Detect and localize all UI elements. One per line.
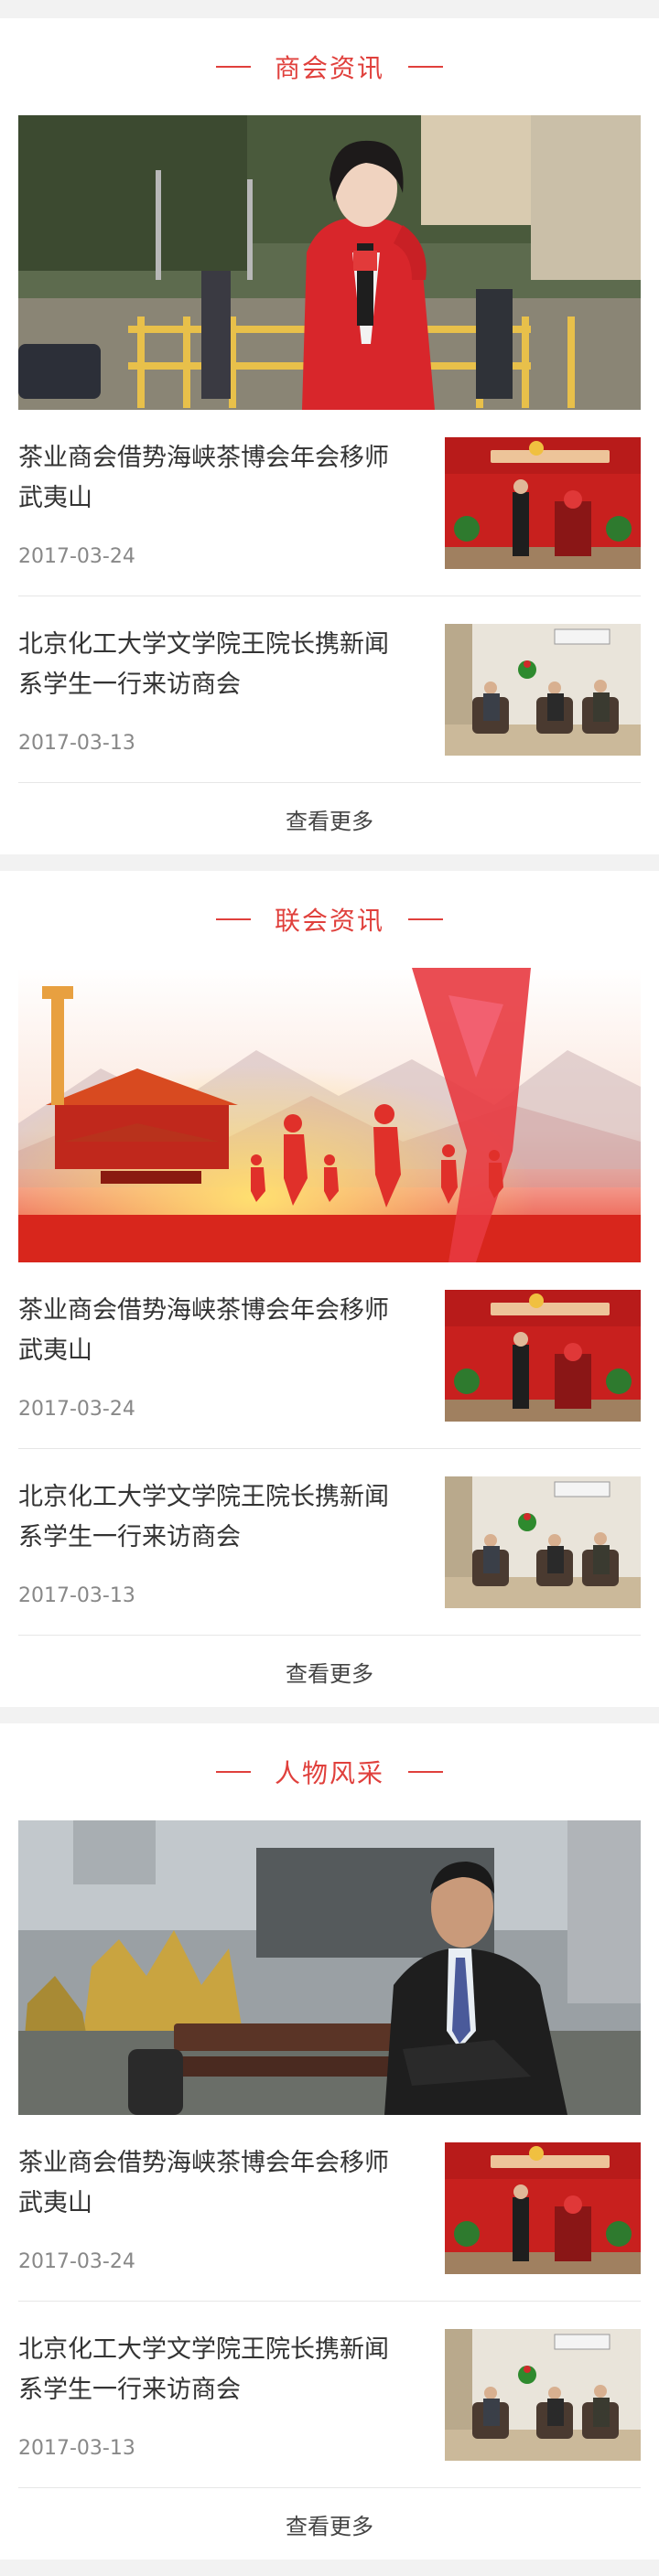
item-date: 2017-03-13 [18,2436,135,2460]
title-dash-left [215,66,251,68]
title-dash-right [408,1771,443,1773]
item-thumbnail-meeting[interactable] [445,2141,641,2274]
list-item[interactable]: 茶业商会借势海峡茶博会年会移师武夷山 2017-03-24 [18,1262,641,1449]
item-title[interactable]: 茶业商会借势海峡茶博会年会移师武夷山 [18,438,412,519]
title-dash-right [408,66,443,68]
list-item[interactable]: 北京化工大学文学院王院长携新闻系学生一行来访商会 2017-03-13 [18,596,641,783]
item-text: 北京化工大学文学院王院长携新闻系学生一行来访商会 2017-03-13 [18,2326,412,2463]
item-text: 茶业商会借势海峡茶博会年会移师武夷山 2017-03-24 [18,1287,412,1424]
section-gap [0,1707,659,1723]
item-title[interactable]: 北京化工大学文学院王院长携新闻系学生一行来访商会 [18,625,412,705]
item-date: 2017-03-24 [18,1397,135,1421]
banner-image-portrait[interactable] [18,1820,641,2115]
item-date: 2017-03-13 [18,731,135,755]
item-date: 2017-03-24 [18,2249,135,2273]
title-dash-left [215,1771,251,1773]
item-thumbnail-meeting[interactable] [445,436,641,569]
item-text: 茶业商会借势海峡茶博会年会移师武夷山 2017-03-24 [18,435,412,572]
item-title[interactable]: 北京化工大学文学院王院长携新闻系学生一行来访商会 [18,1477,412,1558]
list-item[interactable]: 北京化工大学文学院王院长携新闻系学生一行来访商会 2017-03-13 [18,2302,641,2488]
banner-image-runners[interactable] [18,968,641,1262]
section-title: 人物风采 [274,1758,384,1788]
item-title[interactable]: 茶业商会借势海峡茶博会年会移师武夷山 [18,2143,412,2224]
item-title[interactable]: 茶业商会借势海峡茶博会年会移师武夷山 [18,1291,412,1371]
page: 商会资讯 茶业商会借势海峡茶博会年会移师武夷山 2017-03-24 北京化工大… [0,0,659,2576]
section-people: 人物风采 茶业商会借势海峡茶博会年会移师武夷山 2017-03-24 北京化工大… [0,1723,659,2560]
item-date: 2017-03-13 [18,1583,135,1607]
list-item[interactable]: 茶业商会借势海峡茶博会年会移师武夷山 2017-03-24 [18,410,641,596]
title-dash-left [215,918,251,920]
bottom-gap [0,2560,659,2576]
item-text: 北京化工大学文学院王院长携新闻系学生一行来访商会 2017-03-13 [18,1474,412,1611]
view-more-button[interactable]: 查看更多 [18,1636,641,1707]
top-gap [0,0,659,18]
section-header: 联会资讯 [18,871,641,968]
item-thumbnail-visit[interactable] [445,1476,641,1608]
title-dash-right [408,918,443,920]
view-more-button[interactable]: 查看更多 [18,2488,641,2560]
section-federation-news: 联会资讯 茶业商会借势海峡茶博会年会移师武夷山 2017-03-24 北京化工大… [0,871,659,1707]
section-header: 人物风采 [18,1723,641,1820]
item-title[interactable]: 北京化工大学文学院王院长携新闻系学生一行来访商会 [18,2330,412,2410]
item-text: 北京化工大学文学院王院长携新闻系学生一行来访商会 2017-03-13 [18,621,412,758]
section-title: 联会资讯 [274,906,384,936]
item-thumbnail-meeting[interactable] [445,1289,641,1422]
section-title: 商会资讯 [274,53,384,83]
list-item[interactable]: 北京化工大学文学院王院长携新闻系学生一行来访商会 2017-03-13 [18,1449,641,1636]
item-date: 2017-03-24 [18,544,135,568]
view-more-button[interactable]: 查看更多 [18,783,641,854]
section-gap [0,854,659,871]
list-item[interactable]: 茶业商会借势海峡茶博会年会移师武夷山 2017-03-24 [18,2115,641,2302]
item-text: 茶业商会借势海峡茶博会年会移师武夷山 2017-03-24 [18,2140,412,2277]
banner-image-reporter[interactable] [18,115,641,410]
section-header: 商会资讯 [18,18,641,115]
section-chamber-news: 商会资讯 茶业商会借势海峡茶博会年会移师武夷山 2017-03-24 北京化工大… [0,18,659,854]
item-thumbnail-visit[interactable] [445,2328,641,2461]
item-thumbnail-visit[interactable] [445,623,641,756]
